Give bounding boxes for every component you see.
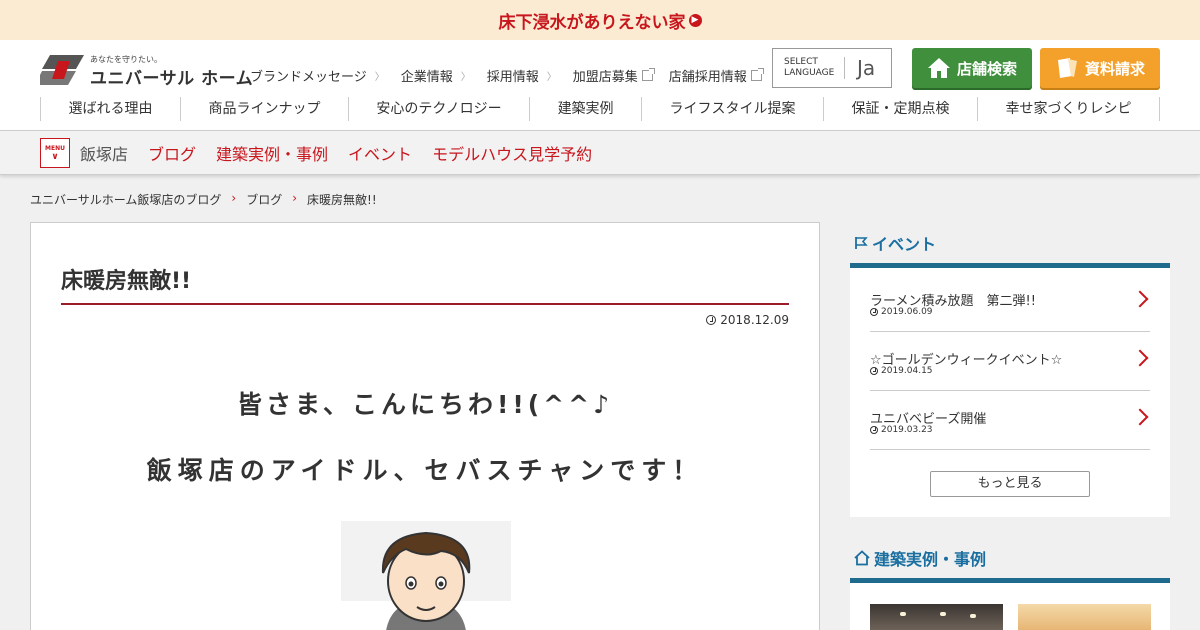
main-nav-technology[interactable]: 安心のテクノロジー (349, 97, 531, 121)
language-select-label: SELECT LANGUAGE (773, 57, 845, 79)
chevron-right-icon: 〉 (546, 72, 557, 83)
main-nav-reasons[interactable]: 選ばれる理由 (41, 97, 181, 121)
article-date: 2018.12.09 (706, 313, 789, 327)
utility-nav: ブランドメッセージ〉 企業情報〉 採用情報〉 加盟店募集 店舗採用情報 (250, 66, 778, 85)
site-logo[interactable]: あなたを守りたい。 ユニバーサル ホーム (40, 53, 253, 89)
util-nav-recruit[interactable]: 採用情報〉 (487, 66, 557, 85)
menu-button[interactable]: MENU ∨ (40, 137, 70, 168)
article-line-2: 飯塚店のアイドル、セバスチャンです！ (146, 456, 704, 485)
blog-article: 床暖房無敵!! 2018.12.09 皆さま、こんにちわ!!(^^♪ 飯塚店のア… (30, 222, 820, 630)
store-name: 飯塚店 (80, 144, 129, 164)
main-nav-lifestyle[interactable]: ライフスタイル提案 (642, 97, 825, 121)
event-date: 2019.03.23 (870, 425, 933, 435)
article-title: 床暖房無敵!! (61, 263, 789, 305)
event-item[interactable]: ラーメン積み放題 第二弾!! 2019.06.09 (870, 273, 1150, 332)
flag-icon (855, 236, 868, 249)
util-nav-franchise[interactable]: 加盟店募集 (573, 66, 655, 85)
subnav-model-house[interactable]: モデルハウス見学予約 (432, 141, 592, 165)
house-icon (927, 58, 950, 78)
sidebar-events: イベント ラーメン積み放題 第二弾!! 2019.06.09 ☆ゴールデンウィー… (850, 222, 1170, 517)
clock-icon (870, 426, 878, 434)
chevron-right-icon: 〉 (460, 72, 471, 83)
chevron-right-icon: › (231, 191, 237, 205)
main-nav-warranty[interactable]: 保証・定期点検 (824, 97, 978, 121)
util-nav-store-recruit[interactable]: 店舗採用情報 (669, 66, 764, 85)
banner-text: 床下浸水がありえない家 (498, 12, 686, 33)
language-select-value: Ja (857, 56, 876, 80)
document-icon (1057, 58, 1077, 78)
breadcrumb: ユニバーサルホーム飯塚店のブログ › ブログ › 床暖房無敵!! (30, 191, 377, 208)
chevron-right-icon (1131, 408, 1149, 426)
main-nav: 選ばれる理由 商品ラインナップ 安心のテクノロジー 建築実例 ライフスタイル提案… (40, 97, 1160, 121)
chevron-right-icon (1131, 349, 1149, 367)
chevron-down-icon: ∨ (51, 151, 59, 162)
chevron-right-icon (1131, 290, 1149, 308)
more-events-button[interactable]: もっと見る (930, 471, 1090, 497)
chevron-right-icon: › (292, 191, 298, 205)
breadcrumb-current: 床暖房無敵!! (307, 193, 377, 207)
clock-icon (706, 315, 717, 325)
subnav-examples[interactable]: 建築実例・事例 (216, 141, 328, 165)
events-heading: イベント (850, 222, 1170, 268)
breadcrumb-blog[interactable]: ブログ (246, 191, 282, 208)
clock-icon (870, 308, 878, 316)
house-outline-icon (854, 549, 870, 565)
character-illustration (341, 521, 511, 630)
main-nav-recipe[interactable]: 幸せ家づくりレシピ (978, 97, 1160, 121)
top-banner[interactable]: 床下浸水がありえない家 ▶ (0, 0, 1200, 40)
external-link-icon (641, 68, 655, 81)
work-thumbnail[interactable] (1018, 604, 1151, 630)
work-thumbnail[interactable] (870, 604, 1003, 630)
chevron-right-icon: ▶ (688, 13, 702, 27)
site-header: あなたを守りたい。 ユニバーサル ホーム ブランドメッセージ〉 企業情報〉 採用… (0, 40, 1200, 130)
chevron-right-icon: 〉 (374, 72, 385, 83)
util-nav-company-info[interactable]: 企業情報〉 (401, 66, 471, 85)
shop-search-button[interactable]: 店舗検索 (912, 48, 1032, 88)
subnav-events[interactable]: イベント (348, 141, 412, 165)
breadcrumb-store-blog[interactable]: ユニバーサルホーム飯塚店のブログ (30, 191, 221, 208)
language-select[interactable]: SELECT LANGUAGE Ja (772, 48, 892, 88)
main-nav-lineup[interactable]: 商品ラインナップ (181, 97, 349, 121)
util-nav-brand-message[interactable]: ブランドメッセージ〉 (250, 66, 385, 85)
subnav-blog[interactable]: ブログ (148, 141, 196, 165)
logo-name: ユニバーサル ホーム (90, 69, 254, 89)
store-subnav: MENU ∨ 飯塚店 ブログ 建築実例・事例 イベント モデルハウス見学予約 (0, 130, 1200, 175)
event-item[interactable]: ☆ゴールデンウィークイベント☆ 2019.04.15 (870, 332, 1150, 391)
sidebar-works: 建築実例・事例 (850, 537, 1170, 630)
main-nav-examples[interactable]: 建築実例 (530, 97, 643, 121)
event-item[interactable]: ユニバベビーズ開催 2019.03.23 (870, 391, 1150, 450)
event-date: 2019.06.09 (870, 307, 933, 317)
request-docs-button[interactable]: 資料請求 (1040, 48, 1160, 88)
logo-mark-icon (40, 55, 84, 85)
clock-icon (870, 367, 878, 375)
external-link-icon (750, 68, 764, 81)
works-heading: 建築実例・事例 (850, 537, 1170, 583)
article-line-1: 皆さま、こんにちわ!!(^^♪ (236, 390, 614, 419)
event-date: 2019.04.15 (870, 366, 933, 376)
